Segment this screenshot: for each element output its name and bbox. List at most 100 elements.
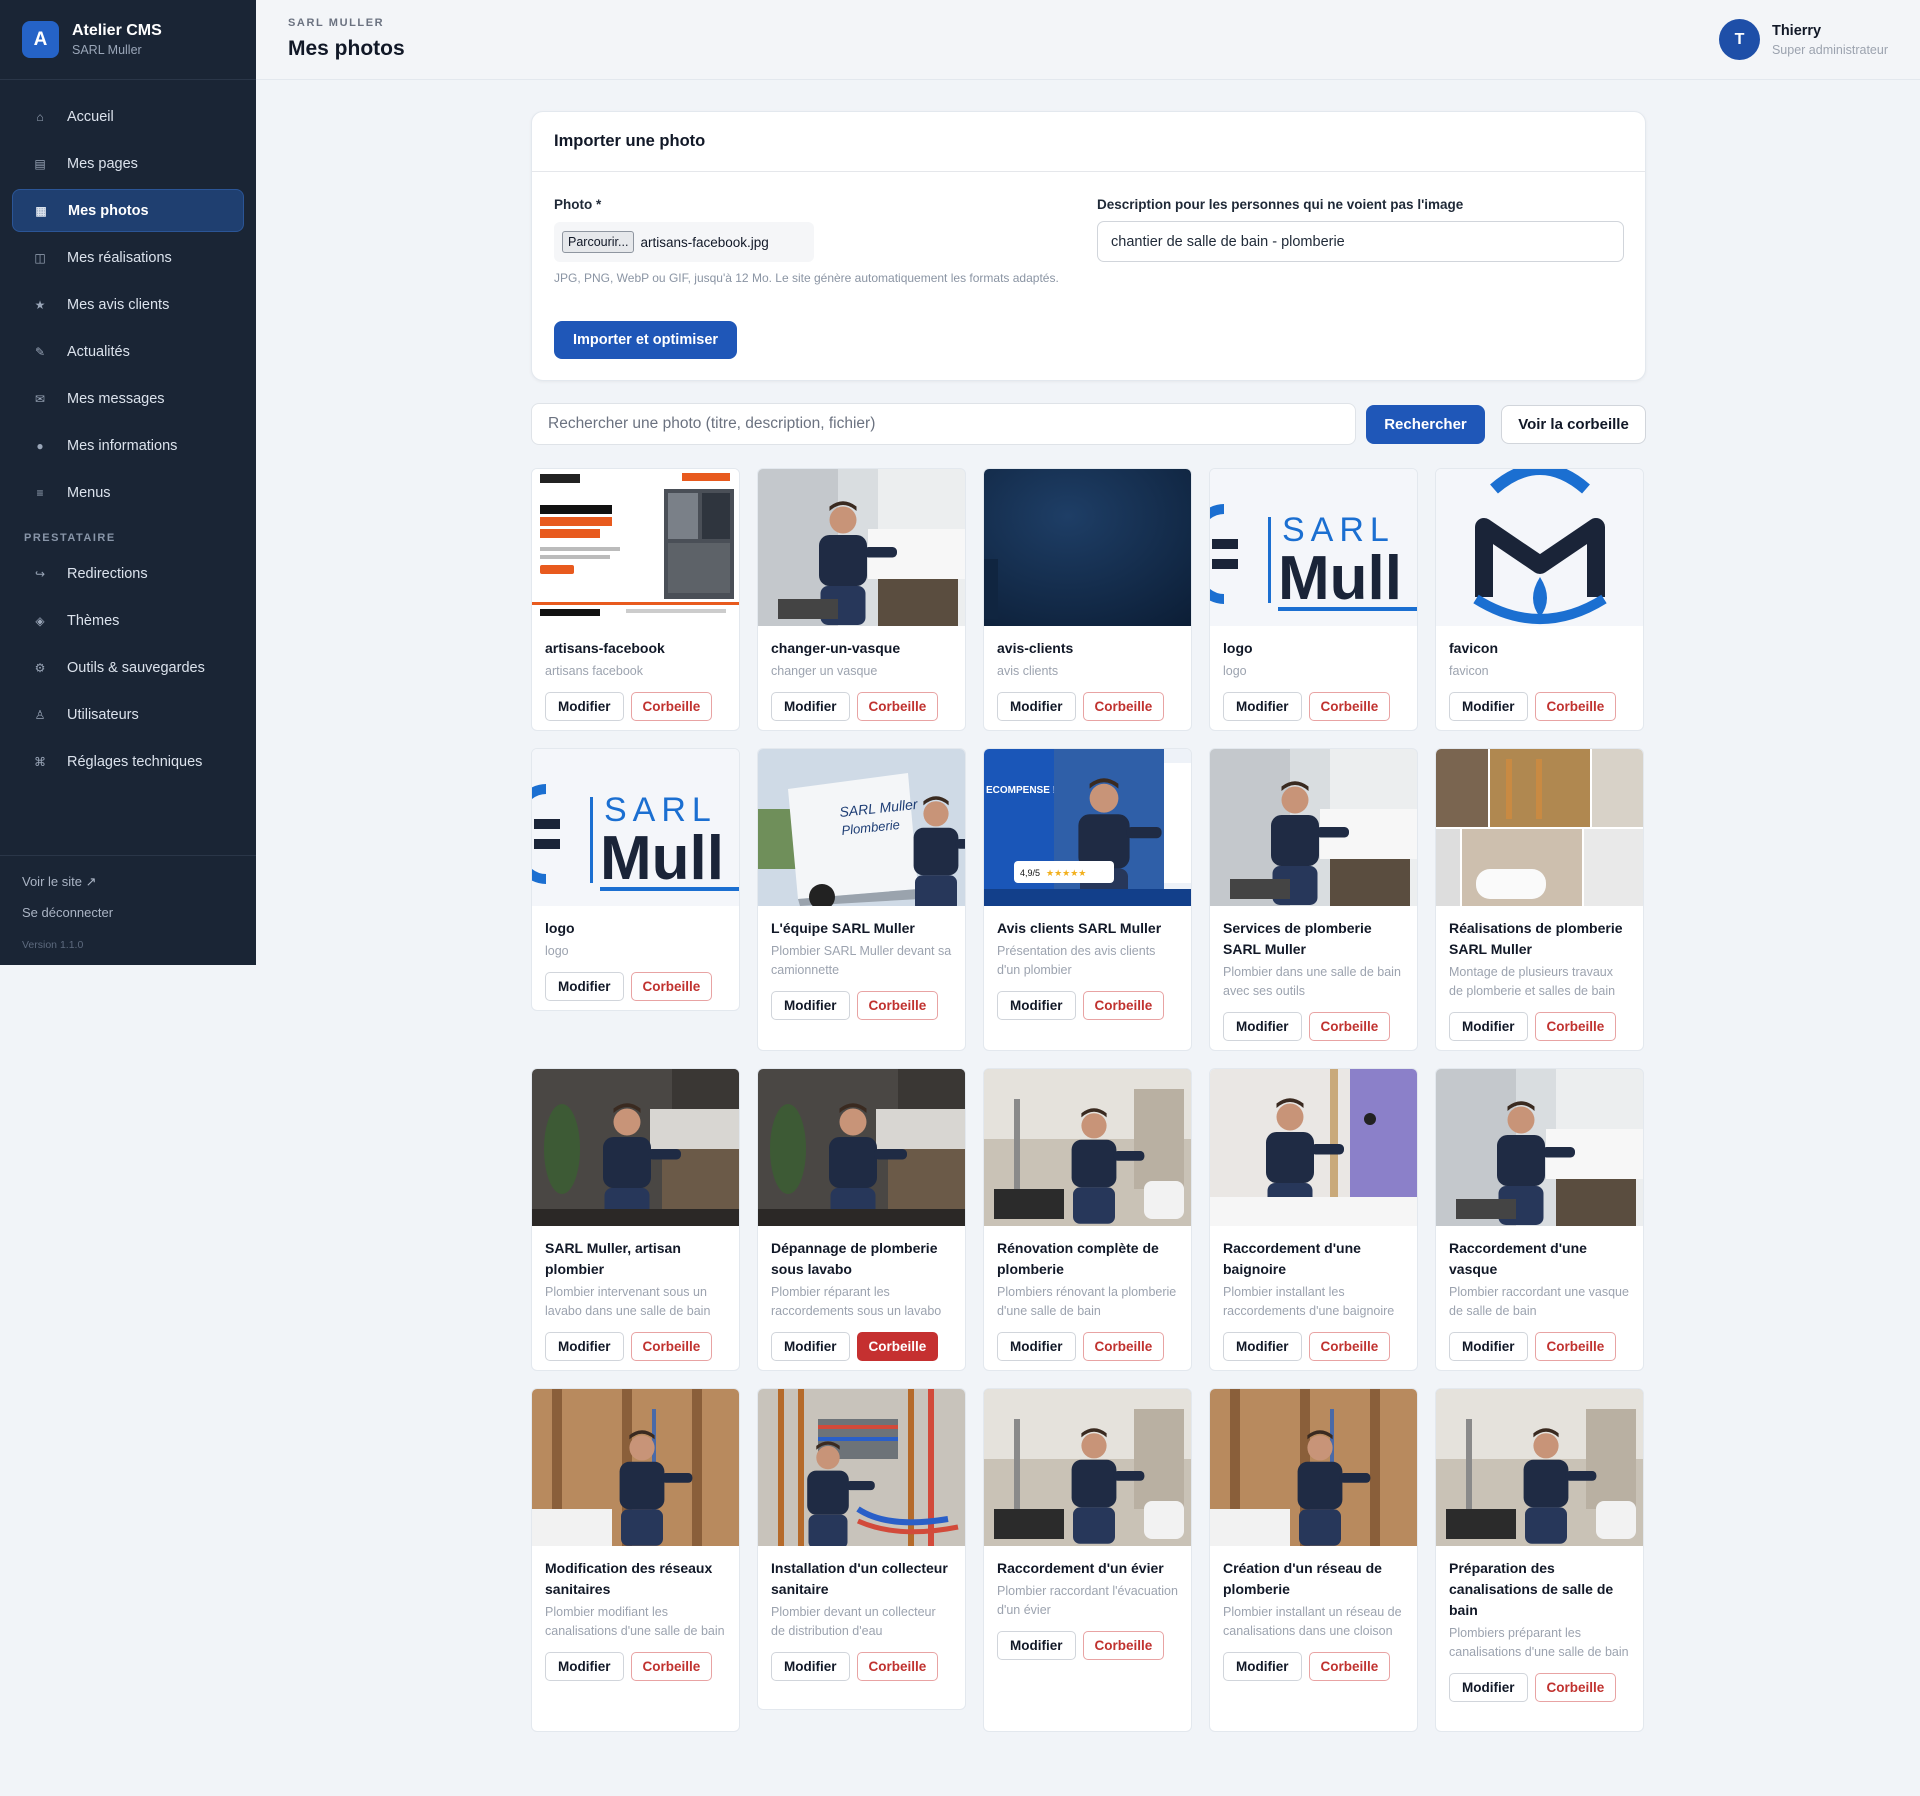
logout-link[interactable]: Se déconnecter [22,905,234,920]
edit-photo-button[interactable]: Modifier [997,1631,1076,1660]
photo-thumbnail[interactable] [1436,1069,1643,1226]
photo-thumbnail[interactable] [984,469,1191,626]
trash-photo-button[interactable]: Corbeille [1534,1332,1617,1361]
edit-photo-button[interactable]: Modifier [1223,1012,1302,1041]
edit-photo-button[interactable]: Modifier [771,692,850,721]
edit-photo-button[interactable]: Modifier [771,1652,850,1681]
trash-photo-button[interactable]: Corbeille [856,991,939,1020]
edit-photo-button[interactable]: Modifier [545,972,624,1001]
sidebar-item-theme[interactable]: ◈ Thèmes [12,599,244,642]
trash-photo-button[interactable]: Corbeille [1534,1673,1617,1702]
photo-thumbnail[interactable] [758,1389,965,1546]
trash-photo-button[interactable]: Corbeille [856,1332,939,1361]
trash-photo-button[interactable]: Corbeille [630,1652,713,1681]
brand[interactable]: A Atelier CMS SARL Muller [0,0,256,80]
photo-card[interactable]: SARL Mull logo logo Modifier Corbeille [531,748,740,1011]
edit-photo-button[interactable]: Modifier [1449,692,1528,721]
sidebar-item-tools[interactable]: ⚙ Outils & sauvegardes [12,646,244,689]
photo-card[interactable]: SARL Mull logo logo Modifier Corbeille [1209,468,1418,731]
edit-photo-button[interactable]: Modifier [545,1332,624,1361]
sidebar-item-info[interactable]: ● Mes informations [12,424,244,467]
photo-card[interactable]: SARL Muller, artisan plombier Plombier in… [531,1068,740,1371]
trash-photo-button[interactable]: Corbeille [856,1652,939,1681]
sidebar-item-settings[interactable]: ⌘ Réglages techniques [12,740,244,783]
browse-button[interactable]: Parcourir... [562,231,635,253]
edit-photo-button[interactable]: Modifier [1449,1012,1528,1041]
edit-photo-button[interactable]: Modifier [771,1332,850,1361]
sidebar-item-users[interactable]: ♙ Utilisateurs [12,693,244,736]
edit-photo-button[interactable]: Modifier [1223,1332,1302,1361]
sidebar-item-redirect[interactable]: ↪ Redirections [12,552,244,595]
photo-card[interactable]: Raccordement d'une vasque Plombier raccor… [1435,1068,1644,1371]
photo-thumbnail[interactable] [1436,749,1643,906]
photo-card[interactable]: Dépannage de plomberie sous lavabo Plombi… [757,1068,966,1371]
view-trash-button[interactable]: Voir la corbeille [1501,405,1646,444]
edit-photo-button[interactable]: Modifier [545,1652,624,1681]
photo-card[interactable]: artisans-facebook artisans facebook Modifi… [531,468,740,731]
trash-photo-button[interactable]: Corbeille [1082,692,1165,721]
trash-photo-button[interactable]: Corbeille [630,692,713,721]
edit-photo-button[interactable]: Modifier [545,692,624,721]
photo-card[interactable]: ECOMPENSE ! 4,9/5 ★★★★★ Avis clients SAR… [983,748,1192,1051]
sidebar-item-realisations[interactable]: ◫ Mes réalisations [12,236,244,279]
sidebar-item-pages[interactable]: ▤ Mes pages [12,142,244,185]
edit-photo-button[interactable]: Modifier [997,991,1076,1020]
edit-photo-button[interactable]: Modifier [1223,1652,1302,1681]
photo-card[interactable]: avis-clients avis clients Modifier Corbeill… [983,468,1192,731]
trash-photo-button[interactable]: Corbeille [1534,1012,1617,1041]
photo-card[interactable]: Préparation des canalisations de salle d… [1435,1388,1644,1732]
photo-card[interactable]: Raccordement d'un évier Plombier raccorda… [983,1388,1192,1732]
trash-photo-button[interactable]: Corbeille [630,1332,713,1361]
photo-card[interactable]: favicon favicon Modifier Corbeille [1435,468,1644,731]
trash-photo-button[interactable]: Corbeille [1082,991,1165,1020]
photo-card[interactable]: Services de plomberie SARL Muller Plombie… [1209,748,1418,1051]
import-button[interactable]: Importer et optimiser [554,321,738,359]
photo-card[interactable]: Modification des réseaux sanitaires Plomb… [531,1388,740,1732]
edit-photo-button[interactable]: Modifier [997,1332,1076,1361]
photo-thumbnail[interactable] [1436,469,1643,626]
sidebar-item-pen[interactable]: ✎ Actualités [12,330,244,373]
trash-photo-button[interactable]: Corbeille [856,692,939,721]
trash-photo-button[interactable]: Corbeille [1308,1012,1391,1041]
photo-thumbnail[interactable] [984,1389,1191,1546]
sidebar-item-photos[interactable]: ▦ Mes photos [12,189,244,232]
trash-photo-button[interactable]: Corbeille [630,972,713,1001]
user-menu[interactable]: T Thierry Super administrateur [1718,19,1888,60]
edit-photo-button[interactable]: Modifier [1449,1673,1528,1702]
photo-thumbnail[interactable] [532,1069,739,1226]
photo-thumbnail[interactable] [1436,1389,1643,1546]
sidebar-item-star[interactable]: ★ Mes avis clients [12,283,244,326]
photo-card[interactable]: SARL Muller Plomberie L'équipe SARL Mull… [757,748,966,1051]
edit-photo-button[interactable]: Modifier [1223,692,1302,721]
edit-photo-button[interactable]: Modifier [771,991,850,1020]
photo-card[interactable]: Installation d'un collecteur sanitaire Pl… [757,1388,966,1710]
search-button[interactable]: Rechercher [1366,405,1485,444]
photo-thumbnail[interactable] [1210,749,1417,906]
trash-photo-button[interactable]: Corbeille [1534,692,1617,721]
alt-description-input[interactable]: chantier de salle de bain - plomberie [1097,221,1624,262]
photo-thumbnail[interactable] [532,469,739,626]
photo-card[interactable]: Réalisations de plomberie SARL Muller Mon… [1435,748,1644,1051]
photo-thumbnail[interactable] [984,1069,1191,1226]
photo-thumbnail[interactable]: SARL Muller Plomberie [758,749,965,906]
trash-photo-button[interactable]: Corbeille [1082,1332,1165,1361]
photo-card[interactable]: Création d'un réseau de plomberie Plombie… [1209,1388,1418,1732]
edit-photo-button[interactable]: Modifier [1449,1332,1528,1361]
photo-thumbnail[interactable] [758,1069,965,1226]
photo-thumbnail[interactable] [1210,1389,1417,1546]
photo-thumbnail[interactable] [532,1389,739,1546]
photo-thumbnail[interactable] [758,469,965,626]
sidebar-item-mail[interactable]: ✉ Mes messages [12,377,244,420]
photo-thumbnail[interactable] [1210,1069,1417,1226]
photo-card[interactable]: Rénovation complète de plomberie Plombier… [983,1068,1192,1371]
photo-thumbnail[interactable]: ECOMPENSE ! 4,9/5 ★★★★★ [984,749,1191,906]
search-input[interactable]: Rechercher une photo (titre, description… [531,403,1356,445]
trash-photo-button[interactable]: Corbeille [1308,692,1391,721]
sidebar-item-home[interactable]: ⌂ Accueil [12,95,244,138]
photo-card[interactable]: Raccordement d'une baignoire Plombier ins… [1209,1068,1418,1371]
edit-photo-button[interactable]: Modifier [997,692,1076,721]
photo-thumbnail[interactable]: SARL Mull [532,749,739,906]
trash-photo-button[interactable]: Corbeille [1308,1652,1391,1681]
file-input[interactable]: Parcourir... artisans-facebook.jpg [554,222,814,262]
sidebar-item-menu[interactable]: ≡ Menus [12,471,244,514]
